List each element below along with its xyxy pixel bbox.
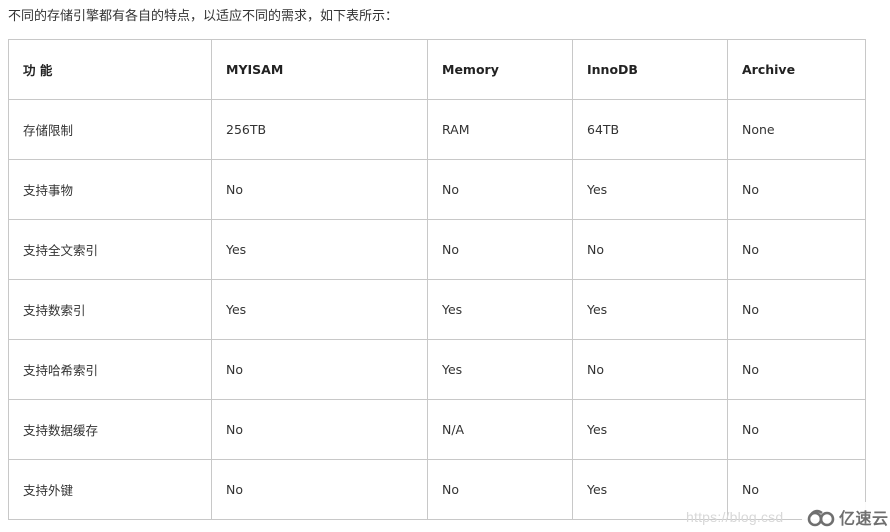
memory-cell: N/A — [427, 399, 573, 460]
table-row: 存储限制 256TB RAM 64TB None — [8, 99, 866, 160]
innodb-cell: No — [572, 219, 728, 280]
header-myisam: MYISAM — [211, 39, 428, 100]
myisam-cell: 256TB — [211, 99, 428, 160]
memory-cell: Yes — [427, 339, 573, 400]
archive-cell: No — [727, 219, 866, 280]
feature-cell: 存储限制 — [8, 99, 212, 160]
innodb-cell: 64TB — [572, 99, 728, 160]
myisam-cell: No — [211, 339, 428, 400]
table-row: 支持数索引 Yes Yes Yes No — [8, 279, 866, 340]
feature-cell: 支持事物 — [8, 159, 212, 220]
innodb-cell: Yes — [572, 159, 728, 220]
myisam-cell: No — [211, 459, 428, 520]
myisam-cell: Yes — [211, 219, 428, 280]
table-row: 支持哈希索引 No Yes No No — [8, 339, 866, 400]
myisam-cell: No — [211, 399, 428, 460]
feature-cell: 支持外键 — [8, 459, 212, 520]
memory-cell: RAM — [427, 99, 573, 160]
feature-cell: 支持数索引 — [8, 279, 212, 340]
feature-cell: 支持全文索引 — [8, 219, 212, 280]
header-archive: Archive — [727, 39, 866, 100]
table-row: 支持数据缓存 No N/A Yes No — [8, 399, 866, 460]
table-row: 支持事物 No No Yes No — [8, 159, 866, 220]
cloud-logo-icon — [806, 507, 836, 527]
archive-cell: None — [727, 99, 866, 160]
archive-cell: No — [727, 279, 866, 340]
intro-paragraph: 不同的存储引擎都有各自的特点，以适应不同的需求，如下表所示： — [8, 9, 399, 24]
innodb-cell: Yes — [572, 399, 728, 460]
innodb-cell: Yes — [572, 279, 728, 340]
watermark-brand: 亿速云 — [802, 502, 890, 532]
table-row: 支持全文索引 Yes No No No — [8, 219, 866, 280]
myisam-cell: No — [211, 159, 428, 220]
header-feature: 功 能 — [8, 39, 212, 100]
watermark-brand-text: 亿速云 — [839, 509, 889, 528]
memory-cell: No — [427, 219, 573, 280]
memory-cell: No — [427, 159, 573, 220]
watermark-url: https://blog.csd — [686, 509, 784, 525]
myisam-cell: Yes — [211, 279, 428, 340]
feature-cell: 支持数据缓存 — [8, 399, 212, 460]
header-innodb: InnoDB — [572, 39, 728, 100]
storage-engine-comparison-table: 功 能 MYISAM Memory InnoDB Archive 存储限制 25… — [8, 39, 866, 520]
archive-cell: No — [727, 399, 866, 460]
memory-cell: Yes — [427, 279, 573, 340]
watermark: https://blog.csd 亿速云 — [686, 502, 890, 532]
innodb-cell: No — [572, 339, 728, 400]
table-header-row: 功 能 MYISAM Memory InnoDB Archive — [8, 39, 866, 100]
archive-cell: No — [727, 159, 866, 220]
header-memory: Memory — [427, 39, 573, 100]
feature-cell: 支持哈希索引 — [8, 339, 212, 400]
memory-cell: No — [427, 459, 573, 520]
archive-cell: No — [727, 339, 866, 400]
